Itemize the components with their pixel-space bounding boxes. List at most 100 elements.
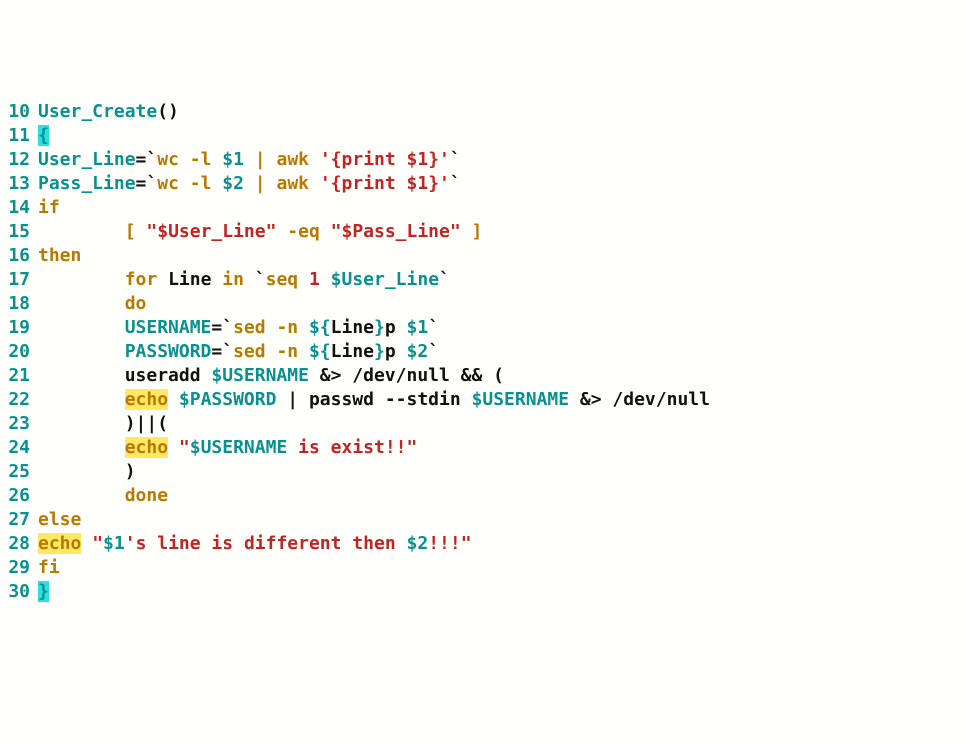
code-token: =`	[211, 341, 233, 362]
code-token: $1	[407, 317, 429, 338]
code-token: &> /dev/null	[569, 389, 710, 410]
code-token	[38, 437, 125, 458]
code-content: done	[38, 484, 963, 508]
code-token: )	[125, 461, 136, 482]
code-line: 21 useradd $USERNAME &> /dev/null && (	[0, 364, 963, 388]
code-token: "$User_Line"	[146, 221, 276, 242]
code-content: useradd $USERNAME &> /dev/null && (	[38, 364, 963, 388]
line-number: 22	[0, 388, 38, 412]
code-token: ()	[157, 101, 179, 122]
code-content: echo "$USERNAME is exist!!"	[38, 436, 963, 460]
code-token: `	[450, 173, 461, 194]
code-line: 18 do	[0, 292, 963, 316]
line-number: 18	[0, 292, 38, 316]
code-token: ]	[472, 221, 483, 242]
code-content: if	[38, 196, 963, 220]
code-content: fi	[38, 556, 963, 580]
code-token: `	[439, 269, 450, 290]
code-token: echo	[125, 389, 168, 410]
code-token: |	[255, 149, 277, 170]
code-line: 29fi	[0, 556, 963, 580]
code-line: 24 echo "$USERNAME is exist!!"	[0, 436, 963, 460]
code-content: echo $PASSWORD | passwd --stdin $USERNAM…	[38, 388, 963, 412]
code-token	[38, 485, 125, 506]
code-token: PASSWORD	[125, 341, 212, 362]
code-line: 15 [ "$User_Line" -eq "$Pass_Line" ]	[0, 220, 963, 244]
code-token: sed -n	[233, 317, 309, 338]
code-token: done	[125, 485, 168, 506]
code-token: if	[38, 197, 60, 218]
code-token	[461, 221, 472, 242]
line-number: 30	[0, 580, 38, 604]
code-token	[38, 461, 125, 482]
code-token	[168, 389, 179, 410]
code-token: $User_Line	[331, 269, 439, 290]
code-token: Line	[331, 317, 374, 338]
code-line: 11{	[0, 124, 963, 148]
code-token: useradd	[125, 365, 212, 386]
line-number: 11	[0, 124, 38, 148]
code-token	[38, 293, 125, 314]
code-token	[81, 533, 92, 554]
code-token: echo	[125, 437, 168, 458]
code-line: 17 for Line in `seq 1 $User_Line`	[0, 268, 963, 292]
code-token: }	[38, 581, 49, 602]
code-token: for	[125, 269, 168, 290]
code-token: $2	[407, 533, 429, 554]
code-token: [	[125, 221, 147, 242]
code-token: "	[92, 533, 103, 554]
code-token	[244, 149, 255, 170]
code-content: USERNAME=`sed -n ${Line}p $1`	[38, 316, 963, 340]
line-number: 19	[0, 316, 38, 340]
code-token: $1	[222, 149, 244, 170]
code-content: }	[38, 580, 963, 604]
code-token: $2	[407, 341, 429, 362]
code-token: seq	[266, 269, 309, 290]
code-token: ${	[309, 317, 331, 338]
code-token: $USERNAME	[211, 365, 309, 386]
code-token: sed -n	[233, 341, 309, 362]
code-content: echo "$1's line is different then $2!!!"	[38, 532, 963, 556]
code-token	[38, 365, 125, 386]
code-line: 23 )||(	[0, 412, 963, 436]
code-token: wc -l	[157, 173, 211, 194]
code-token: p	[385, 341, 407, 362]
code-token	[244, 173, 255, 194]
code-content: )||(	[38, 412, 963, 436]
code-line: 26 done	[0, 484, 963, 508]
code-token: then	[38, 245, 81, 266]
code-token	[168, 437, 179, 458]
code-content: for Line in `seq 1 $User_Line`	[38, 268, 963, 292]
code-line: 10User_Create()	[0, 100, 963, 124]
line-number: 12	[0, 148, 38, 172]
code-token	[38, 389, 125, 410]
code-token: Pass_Line	[38, 173, 136, 194]
code-editor: 10User_Create()11{12User_Line=`wc -l $1 …	[0, 100, 963, 604]
code-token: -eq	[287, 221, 330, 242]
line-number: 24	[0, 436, 38, 460]
code-token: | passwd --stdin	[276, 389, 471, 410]
code-token: )||(	[125, 413, 168, 434]
code-token: $USERNAME	[472, 389, 570, 410]
code-token: Line	[331, 341, 374, 362]
code-content: [ "$User_Line" -eq "$Pass_Line" ]	[38, 220, 963, 244]
code-token: $1	[103, 533, 125, 554]
code-content: Pass_Line=`wc -l $2 | awk '{print $1}'`	[38, 172, 963, 196]
code-content: PASSWORD=`sed -n ${Line}p $2`	[38, 340, 963, 364]
code-token: =`	[211, 317, 233, 338]
code-token: =`	[136, 149, 158, 170]
code-token: 1	[309, 269, 331, 290]
code-line: 30}	[0, 580, 963, 604]
code-line: 12User_Line=`wc -l $1 | awk '{print $1}'…	[0, 148, 963, 172]
code-token: Line	[168, 269, 222, 290]
code-line: 16then	[0, 244, 963, 268]
code-token: 's line is different then	[125, 533, 407, 554]
code-token: $2	[222, 173, 244, 194]
code-token: awk	[276, 149, 319, 170]
code-token: =`	[136, 173, 158, 194]
code-token: fi	[38, 557, 60, 578]
code-token: `	[255, 269, 266, 290]
line-number: 13	[0, 172, 38, 196]
code-token: USERNAME	[125, 317, 212, 338]
code-token: User_Line	[38, 149, 136, 170]
